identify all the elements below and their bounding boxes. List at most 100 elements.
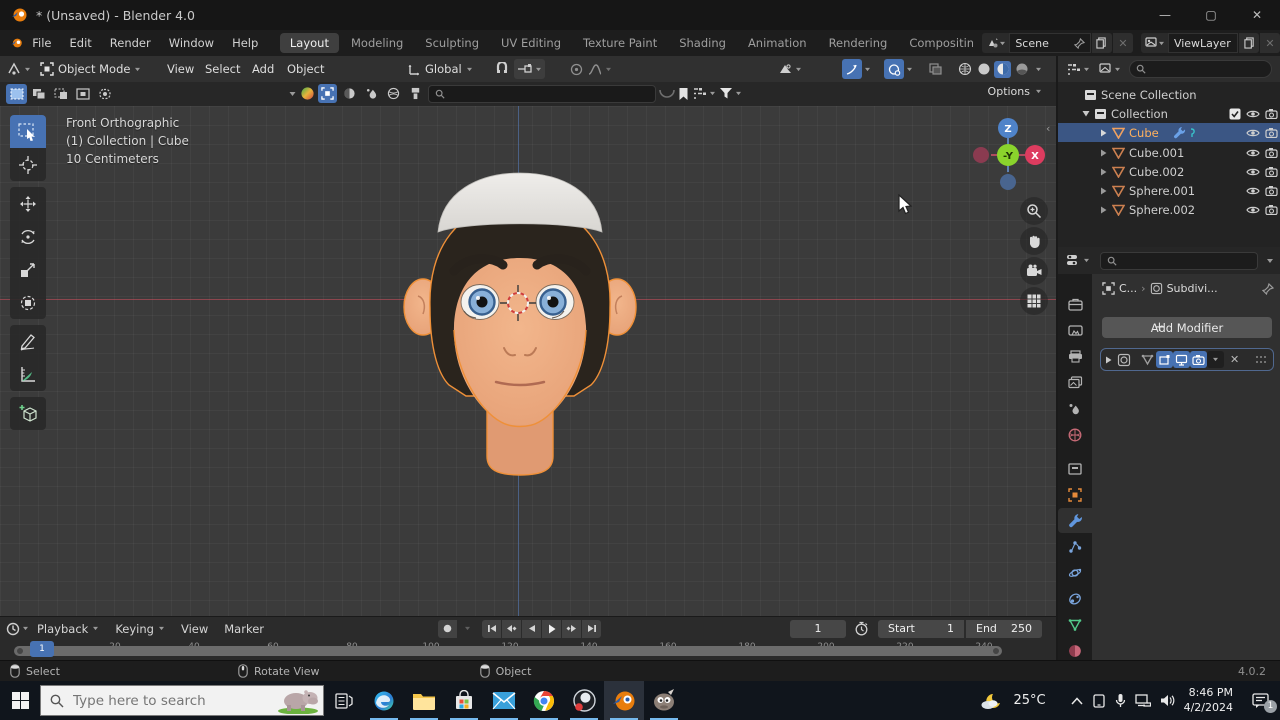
- shading-rendered-icon[interactable]: [1013, 61, 1030, 78]
- tab-view-layer[interactable]: [1058, 370, 1092, 395]
- tab-render[interactable]: [1058, 318, 1092, 343]
- obs-icon[interactable]: [564, 681, 604, 720]
- tray-expand-icon[interactable]: [1071, 696, 1083, 705]
- id-filter-collapse-icon[interactable]: [288, 91, 297, 97]
- filter-object-icon[interactable]: [318, 84, 337, 103]
- outliner-filter-dropdown[interactable]: [1098, 63, 1121, 75]
- tab-collection-props[interactable]: [1058, 456, 1092, 481]
- tool-scale[interactable]: [10, 253, 46, 286]
- menu-marker[interactable]: Marker: [216, 622, 272, 636]
- menu-keying[interactable]: Keying: [107, 622, 173, 636]
- keying-set-dropdown[interactable]: [458, 620, 477, 638]
- modifier-panel-header[interactable]: ✕: [1100, 348, 1274, 371]
- tool-cursor[interactable]: [10, 148, 46, 181]
- outliner-row-cube[interactable]: Cube: [1058, 123, 1280, 142]
- eye-icon[interactable]: [1246, 167, 1260, 177]
- show-overlays-toggle[interactable]: [884, 59, 904, 79]
- tool-annotate[interactable]: [10, 325, 46, 358]
- blender-taskbar-icon[interactable]: [604, 681, 644, 720]
- next-keyframe-button[interactable]: [562, 619, 581, 638]
- eye-icon[interactable]: [1246, 128, 1260, 138]
- tab-compositing[interactable]: Compositing: [899, 33, 973, 53]
- viewport-3d[interactable]: Front Orthographic (1) Collection | Cube…: [0, 106, 1056, 616]
- scene-name-field[interactable]: Scene: [1009, 33, 1091, 53]
- properties-search-input[interactable]: [1100, 251, 1258, 270]
- tab-object[interactable]: [1058, 482, 1092, 507]
- network-display-icon[interactable]: [1134, 694, 1151, 707]
- pan-button[interactable]: [1020, 227, 1048, 255]
- shading-wireframe-icon[interactable]: [956, 61, 973, 78]
- prev-keyframe-button[interactable]: [502, 619, 521, 638]
- tool-settings-search-input[interactable]: [428, 84, 656, 103]
- mail-icon[interactable]: [484, 681, 524, 720]
- speaker-icon[interactable]: [1160, 694, 1175, 707]
- eye-icon[interactable]: [1246, 205, 1260, 215]
- viewlayer-browse-icon[interactable]: [1140, 33, 1168, 53]
- tab-rendering[interactable]: Rendering: [819, 33, 898, 53]
- disclosure-closed-icon[interactable]: [1100, 187, 1107, 195]
- shading-material-icon[interactable]: [994, 60, 1011, 78]
- disclosure-closed-icon[interactable]: [1100, 206, 1107, 214]
- menu-file[interactable]: File: [23, 30, 60, 56]
- tab-particles[interactable]: [1058, 534, 1092, 559]
- collapse-arc-icon[interactable]: [659, 89, 675, 99]
- gimp-icon[interactable]: [644, 681, 684, 720]
- drag-handle-icon[interactable]: [1255, 355, 1267, 364]
- tab-material[interactable]: [1058, 638, 1092, 660]
- timeline-scrollbar[interactable]: [14, 646, 1002, 656]
- filter-funnel-dropdown[interactable]: [719, 87, 742, 100]
- current-frame-marker[interactable]: 1: [30, 641, 54, 657]
- filter-mesh-data-icon[interactable]: [340, 84, 359, 103]
- filter-brush-icon[interactable]: [406, 84, 425, 103]
- modifier-render-toggle[interactable]: [1190, 351, 1207, 368]
- expand-panel-icon[interactable]: [1105, 356, 1112, 364]
- outliner-display-mode-dropdown[interactable]: [1066, 63, 1090, 76]
- tool-rotate[interactable]: [10, 220, 46, 253]
- camera-icon[interactable]: [1265, 185, 1278, 196]
- outliner-row-collection[interactable]: Collection: [1058, 104, 1280, 123]
- sidebar-collapse-arrow[interactable]: ‹: [1046, 122, 1050, 135]
- options-dropdown[interactable]: Options: [988, 85, 1042, 98]
- proportional-editing-toggle[interactable]: [570, 56, 612, 82]
- tab-output[interactable]: [1058, 344, 1092, 369]
- outliner-row-cube-001[interactable]: Cube.001: [1058, 143, 1280, 162]
- viewlayer-name-field[interactable]: ViewLayer: [1167, 33, 1239, 53]
- camera-icon[interactable]: [1265, 127, 1278, 138]
- filter-world-icon[interactable]: [384, 84, 403, 103]
- menu-select[interactable]: Select: [196, 56, 249, 82]
- disclosure-open-icon[interactable]: [1082, 110, 1090, 117]
- edge-icon[interactable]: [364, 681, 404, 720]
- tab-tool[interactable]: [1058, 292, 1092, 317]
- disclosure-closed-icon[interactable]: [1100, 129, 1107, 137]
- disclosure-closed-icon[interactable]: [1100, 149, 1107, 157]
- temperature-label[interactable]: 25°C: [1013, 693, 1045, 708]
- auto-keying-button[interactable]: [438, 619, 457, 638]
- properties-options-icon[interactable]: [1266, 258, 1274, 264]
- select-mode-invert-icon[interactable]: [72, 84, 93, 104]
- select-mode-extend-icon[interactable]: [28, 84, 49, 104]
- viewlayer-delete-icon[interactable]: ✕: [1260, 33, 1280, 53]
- select-mode-set-icon[interactable]: [6, 84, 27, 104]
- tab-texture-paint[interactable]: Texture Paint: [573, 33, 667, 53]
- bookmark-icon[interactable]: [678, 87, 689, 101]
- tab-physics[interactable]: [1058, 560, 1092, 585]
- material-ball-icon[interactable]: [300, 86, 315, 101]
- visibility-dropdown[interactable]: [778, 56, 802, 82]
- properties-editor-type-button[interactable]: [1066, 254, 1090, 267]
- show-gizmo-toggle[interactable]: [842, 59, 862, 79]
- camera-icon[interactable]: [1265, 147, 1278, 158]
- tab-world[interactable]: [1058, 422, 1092, 447]
- current-frame-field[interactable]: 1: [790, 619, 846, 638]
- viewlayer-new-icon[interactable]: [1239, 33, 1260, 53]
- orthographic-toggle-button[interactable]: [1020, 287, 1048, 315]
- snap-toggle[interactable]: [495, 56, 509, 82]
- taskbar-search[interactable]: [40, 685, 324, 716]
- modifier-on-cage-toggle[interactable]: [1156, 351, 1173, 368]
- jump-to-end-button[interactable]: [582, 619, 601, 638]
- eye-icon[interactable]: [1246, 109, 1260, 119]
- xray-toggle[interactable]: [928, 56, 943, 82]
- weather-icon[interactable]: [980, 691, 1004, 711]
- eye-icon[interactable]: [1246, 186, 1260, 196]
- outliner-row-cube-002[interactable]: Cube.002: [1058, 162, 1280, 181]
- tool-measure[interactable]: [10, 358, 46, 391]
